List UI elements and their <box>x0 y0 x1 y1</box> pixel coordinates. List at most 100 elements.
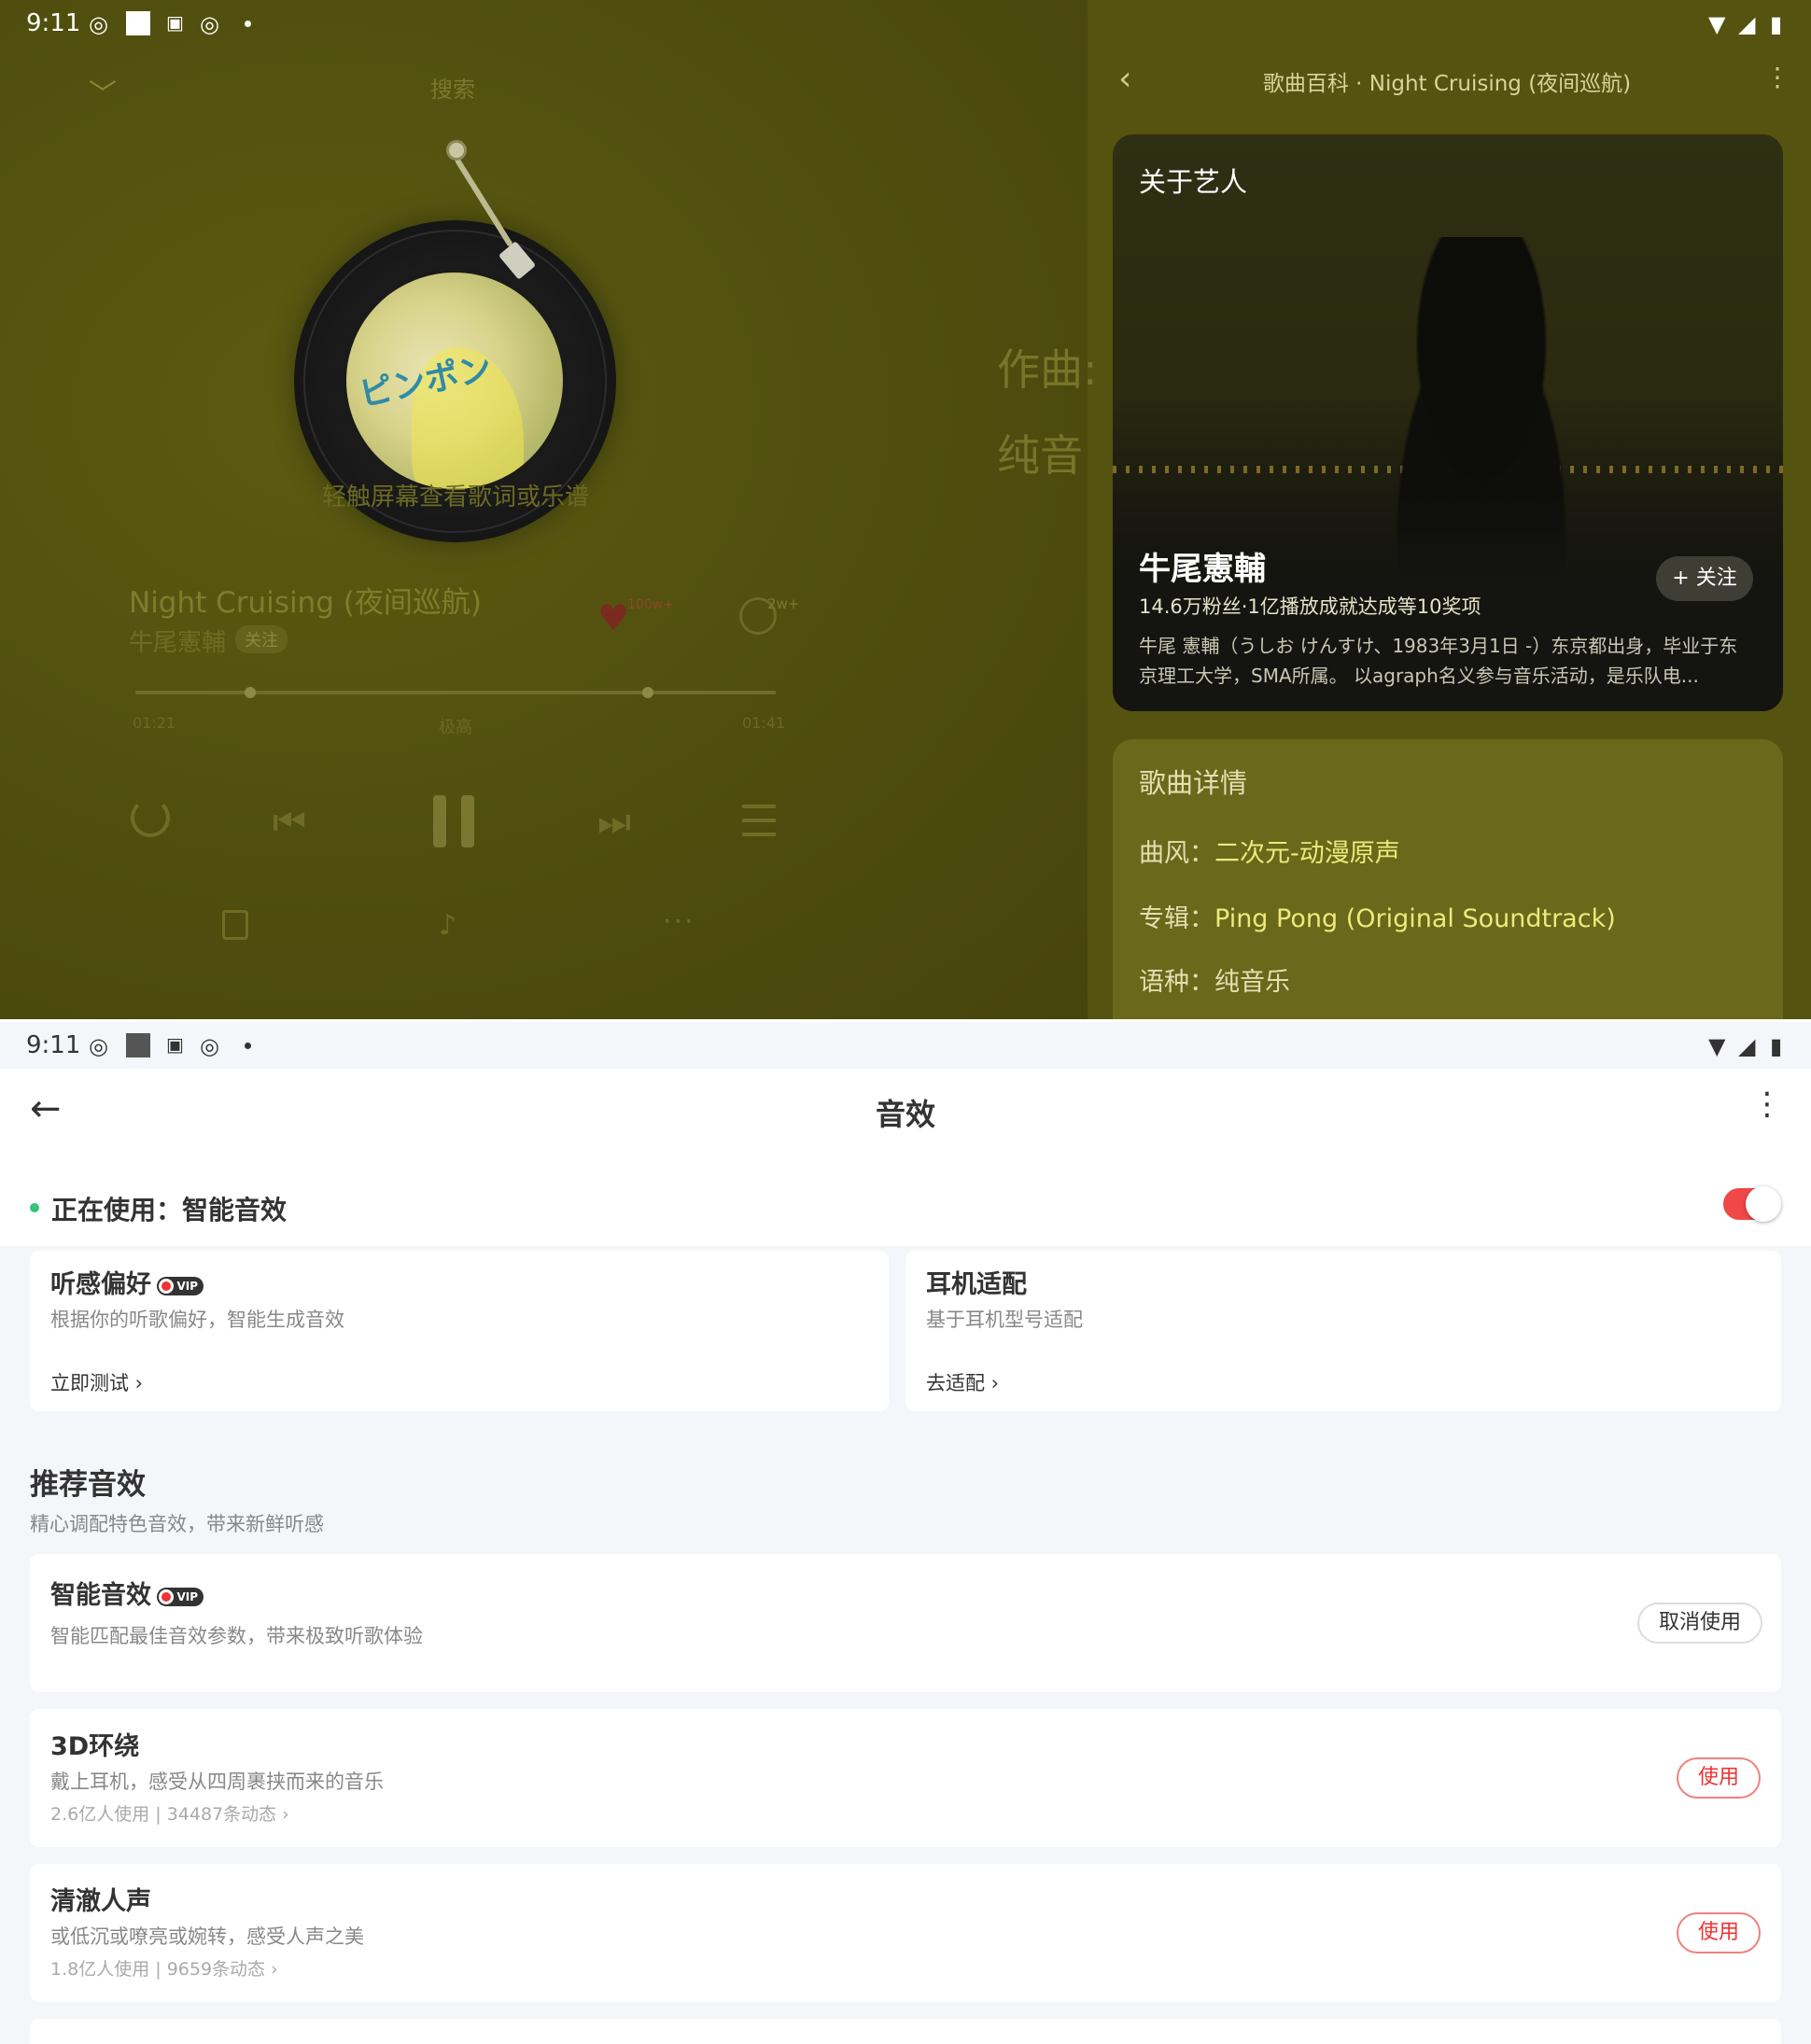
effect-title-text: 智能音效 <box>50 1581 151 1610</box>
more-notifications-icon <box>245 1043 251 1049</box>
back-arrow-icon[interactable]: ← <box>30 1087 62 1130</box>
repeat-icon[interactable] <box>131 798 170 837</box>
card-desc: 根据你的听歌偏好，智能生成音效 <box>50 1309 344 1331</box>
wifi-icon: ▼ <box>1708 11 1726 37</box>
tonearm-pivot <box>446 140 467 161</box>
album-cover: ピンポン <box>346 273 563 489</box>
artist-card-heading: 关于艺人 <box>1139 166 1248 198</box>
preference-title: 听感偏好 <box>50 1270 151 1299</box>
effect-meta[interactable]: 2.6亿人使用 | 34487条动态 › <box>50 1800 289 1826</box>
in-use-label: 正在使用：智能音效 <box>51 1195 288 1225</box>
preference-card[interactable]: 听感偏好 VIP 根据你的听歌偏好，智能生成音效 立即测试 › <box>30 1251 889 1411</box>
like-count: 100w+ <box>627 597 674 612</box>
card-title: 听感偏好 VIP <box>50 1264 204 1300</box>
follow-artist-chip[interactable]: 关注 <box>235 625 288 653</box>
lyric-line: 作曲: <box>997 344 1098 395</box>
progress-bar[interactable] <box>135 687 776 698</box>
back-chevron-icon[interactable]: ‹ <box>1118 60 1131 98</box>
status-dot <box>30 1203 39 1212</box>
vip-badge: VIP <box>157 1276 204 1295</box>
more-vert-icon[interactable]: ⋮ <box>1751 1085 1783 1123</box>
keyboard-icon: ▣ <box>166 11 184 34</box>
netease-icon: ◎ <box>200 1033 219 1059</box>
battery-icon: ▮ <box>1770 1033 1783 1059</box>
language-value: 纯音乐 <box>1214 968 1290 997</box>
language-label: 语种： <box>1139 968 1214 997</box>
genre-row[interactable]: 曲风：二次元-动漫原声 <box>1139 833 1400 869</box>
status-time: 9:11 <box>26 1031 81 1059</box>
search-button[interactable]: 搜索 <box>411 71 495 104</box>
effect-meta-text: 2.6亿人使用 | 34487条动态 <box>50 1804 277 1825</box>
section-subtitle: 精心调配特色音效，带来新鲜听感 <box>30 1513 324 1535</box>
test-now-label: 立即测试 <box>50 1372 129 1394</box>
music-note-icon[interactable]: ♪ <box>439 909 456 942</box>
effect-item-smart[interactable]: 智能音效 VIP 智能匹配最佳音效参数，带来极致听歌体验 取消使用 <box>30 1554 1781 1692</box>
vip-badge: VIP <box>157 1587 204 1606</box>
bottom-screen: 9:11 ◎ ▣ ◎ ▼ ◢ ▮ ← 音效 ⋮ 正在使用：智能音效 听感偏好 VI… <box>0 1022 1811 2044</box>
song-detail-card: 歌曲详情 曲风：二次元-动漫原声 专辑：Ping Pong (Original … <box>1113 739 1783 1019</box>
battery-icon: ▮ <box>1770 11 1783 37</box>
effect-title: 3D环绕 <box>50 1732 140 1761</box>
lyric-line: 纯音 <box>997 430 1083 481</box>
language-row: 语种：纯音乐 <box>1139 961 1290 998</box>
notification-icon <box>126 1033 150 1057</box>
buffer-marker <box>641 687 653 698</box>
effect-item-vocal[interactable]: 清澈人声 或低沉或嘹亮或婉转，感受人声之美 1.8亿人使用 | 9659条动态 … <box>30 1864 1781 2002</box>
earphone-card[interactable]: 耳机适配 基于耳机型号适配 去适配 › <box>906 1251 1781 1411</box>
effect-item-partial[interactable] <box>30 2019 1781 2044</box>
pause-icon[interactable] <box>429 795 478 847</box>
netease-icon: ◎ <box>200 11 219 37</box>
section-title: 推荐音效 <box>30 1468 146 1502</box>
test-now-link[interactable]: 立即测试 › <box>50 1368 143 1396</box>
wifi-icon: ▼ <box>1708 1033 1726 1059</box>
signal-icon: ◢ <box>1738 11 1756 37</box>
artist-stats: 14.6万粉丝·1亿播放成就达成等10奖项 <box>1139 595 1481 618</box>
album-value[interactable]: Ping Pong (Original Soundtrack) <box>1214 904 1616 933</box>
genre-label: 曲风： <box>1139 839 1214 868</box>
netease-icon: ◎ <box>89 11 108 37</box>
adapt-link[interactable]: 去适配 › <box>926 1368 999 1396</box>
adapt-label: 去适配 <box>926 1372 985 1394</box>
playlist-icon[interactable] <box>742 805 776 836</box>
effect-item-3d[interactable]: 3D环绕 戴上耳机，感受从四周裹挟而来的音乐 2.6亿人使用 | 34487条动… <box>30 1709 1781 1847</box>
next-track-icon[interactable]: ⏭ <box>597 801 631 844</box>
time-total: 01:41 <box>742 714 786 732</box>
collapse-chevron-icon[interactable]: ﹀ <box>89 71 117 112</box>
genre-value[interactable]: 二次元-动漫原声 <box>1214 839 1400 868</box>
artist-card[interactable]: 关于艺人 牛尾憲輔 14.6万粉丝·1亿播放成就达成等10奖项 + 关注 牛尾 … <box>1113 134 1783 711</box>
effect-title: 清澈人声 <box>50 1887 151 1916</box>
use-button[interactable]: 使用 <box>1677 1757 1761 1799</box>
effect-meta-text: 1.8亿人使用 | 9659条动态 <box>50 1959 266 1980</box>
time-current: 01:21 <box>133 714 176 732</box>
page-title: 音效 <box>875 1097 935 1132</box>
card-desc: 基于耳机型号适配 <box>926 1309 1083 1331</box>
album-row[interactable]: 专辑：Ping Pong (Original Soundtrack) <box>1139 898 1616 934</box>
effect-meta[interactable]: 1.8亿人使用 | 9659条动态 › <box>50 1955 278 1981</box>
more-icon[interactable]: ··· <box>663 905 695 938</box>
more-notifications-icon <box>245 21 251 27</box>
more-vert-icon[interactable]: ⋮ <box>1764 62 1790 92</box>
artist-name: 牛尾憲輔 <box>1139 551 1266 588</box>
album-label: 专辑： <box>1139 904 1214 933</box>
app-header: ← 音效 ⋮ <box>0 1069 1811 1171</box>
use-button[interactable]: 使用 <box>1677 1912 1761 1953</box>
effect-toggle[interactable] <box>1723 1186 1781 1222</box>
wiki-title: 歌曲百科 · Night Cruising (夜间巡航) <box>1262 72 1632 96</box>
previous-track-icon[interactable]: ⏮ <box>273 801 306 844</box>
comment-count: 2w+ <box>767 595 800 612</box>
cancel-use-button[interactable]: 取消使用 <box>1637 1603 1762 1644</box>
quality-label[interactable]: 极高 <box>439 714 472 738</box>
cover-art-logo: ピンポン <box>356 349 496 415</box>
follow-button[interactable]: + 关注 <box>1656 556 1753 601</box>
status-bar: 9:11 ◎ ▣ ◎ ▼ ◢ ▮ <box>0 1022 1811 1069</box>
device-icon[interactable] <box>222 910 248 940</box>
detail-heading: 歌曲详情 <box>1139 767 1248 799</box>
tap-hint: 轻触屏幕查看歌词或乐谱 <box>321 483 589 511</box>
netease-icon: ◎ <box>89 1033 108 1059</box>
status-bar: 9:11 ◎ ▣ ◎ ▼ ◢ ▮ <box>0 0 1811 47</box>
song-artist[interactable]: 牛尾憲輔 <box>129 623 226 658</box>
artist-bio: 牛尾 憲輔（うしお けんすけ、1983年3月1日 -）东京都出身，毕业于东京理工… <box>1139 635 1738 687</box>
card-title: 耳机适配 <box>926 1270 1027 1299</box>
top-screen: 9:11 ◎ ▣ ◎ ▼ ◢ ▮ ﹀ 搜索 ピンポン 轻触屏幕查看歌词或乐谱 N… <box>0 0 1811 1019</box>
effect-desc: 智能匹配最佳音效参数，带来极致听歌体验 <box>50 1625 423 1647</box>
